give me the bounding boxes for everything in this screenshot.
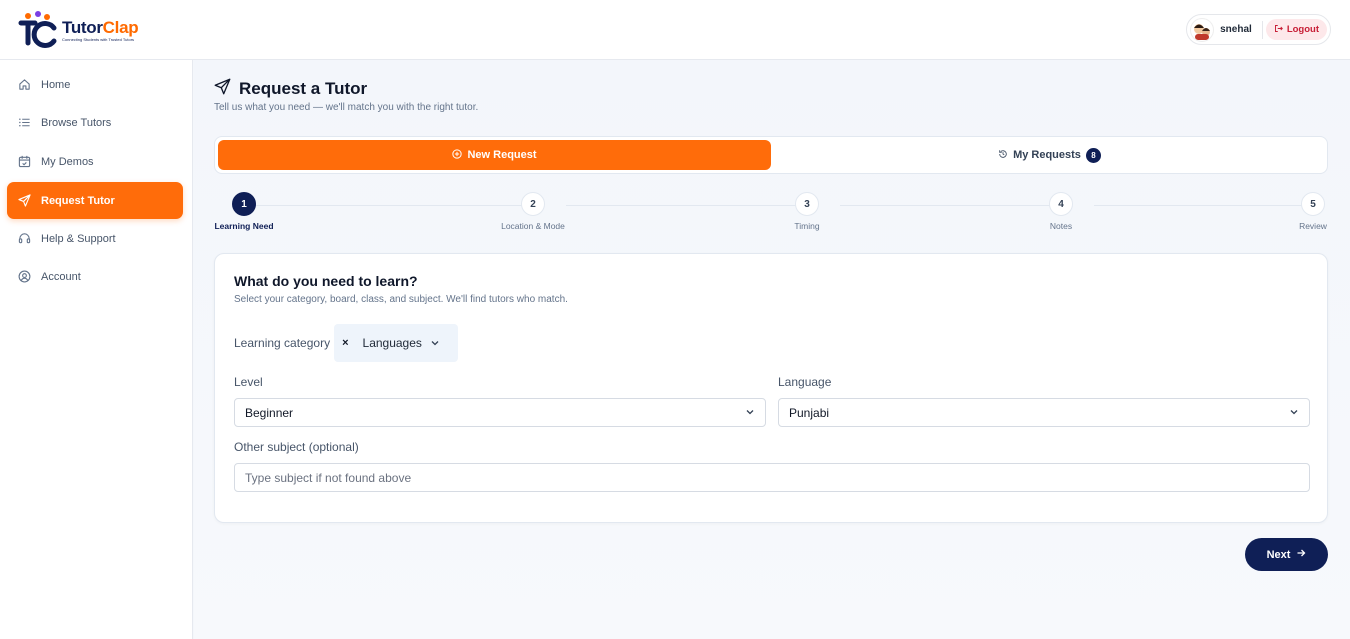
level-label: Level (234, 375, 263, 389)
step-review[interactable]: 5 Review (1298, 192, 1328, 231)
user-name: snehal (1220, 24, 1252, 35)
step-connector (1094, 205, 1314, 206)
clear-category-icon[interactable]: × (342, 337, 348, 349)
sidebar-item-request-tutor[interactable]: Request Tutor (7, 182, 183, 219)
avatar[interactable] (1190, 17, 1215, 42)
requests-count-badge: 8 (1085, 147, 1101, 163)
sidebar-item-help-support[interactable]: Help & Support (7, 220, 183, 257)
sidebar-item-label: Browse Tutors (41, 116, 112, 129)
step-label: Review (1299, 221, 1327, 231)
step-location-mode[interactable]: 2 Location & Mode (496, 192, 570, 231)
next-button[interactable]: Next (1245, 538, 1328, 571)
logout-icon (1274, 24, 1283, 36)
sidebar-item-label: Help & Support (41, 232, 116, 245)
page-title: Request a Tutor (214, 78, 367, 100)
language-select[interactable]: Punjabi (778, 398, 1310, 427)
send-icon (214, 78, 231, 100)
step-connector (566, 205, 812, 206)
step-number: 5 (1301, 192, 1325, 216)
level-value: Beginner (245, 405, 294, 420)
step-number: 2 (521, 192, 545, 216)
divider (1261, 20, 1263, 39)
brand-name: TutorClap (62, 17, 139, 37)
sidebar-item-label: My Demos (41, 155, 94, 168)
send-icon (17, 194, 31, 208)
level-select[interactable]: Beginner (234, 398, 766, 427)
step-label: Timing (794, 221, 820, 231)
chevron-down-icon (430, 338, 440, 348)
request-tabs: New Request My Requests 8 (214, 136, 1328, 174)
home-icon (17, 78, 31, 92)
step-label: Learning Need (214, 221, 274, 231)
step-notes[interactable]: 4 Notes (1044, 192, 1078, 231)
sidebar: Home Browse Tutors My Demos Request Tuto… (0, 60, 193, 639)
sidebar-item-browse-tutors[interactable]: Browse Tutors (7, 104, 183, 141)
step-number: 3 (795, 192, 819, 216)
step-connector (840, 205, 1066, 206)
tab-new-request[interactable]: New Request (218, 140, 771, 170)
category-select[interactable]: × Languages (334, 324, 458, 362)
logout-button[interactable]: Logout (1265, 19, 1327, 40)
headset-icon (17, 232, 31, 246)
learning-need-card: What do you need to learn? Select your c… (214, 253, 1328, 523)
user-menu: snehal Logout (1186, 14, 1331, 45)
other-subject-label: Other subject (optional) (234, 440, 359, 454)
category-value: Languages (362, 336, 422, 350)
tutorclap-logo[interactable]: TutorClap Connecting Students with Trust… (18, 11, 139, 49)
sidebar-item-label: Home (41, 78, 71, 91)
plus-circle-icon (452, 148, 463, 162)
sidebar-item-my-demos[interactable]: My Demos (7, 143, 183, 180)
tab-my-requests[interactable]: My Requests 8 (774, 140, 1325, 170)
tab-label: My Requests (1013, 149, 1081, 161)
chevron-down-icon (745, 406, 755, 420)
step-connector (244, 205, 526, 206)
arrow-right-icon (1296, 548, 1306, 561)
next-label: Next (1266, 548, 1291, 561)
category-label: Learning category (234, 336, 331, 350)
other-subject-input[interactable] (234, 463, 1310, 492)
step-learning-need[interactable]: 1 Learning Need (214, 192, 274, 231)
page-title-text: Request a Tutor (239, 79, 368, 98)
step-timing[interactable]: 3 Timing (789, 192, 825, 231)
sidebar-item-home[interactable]: Home (7, 66, 183, 103)
language-label: Language (778, 375, 832, 389)
form-title: What do you need to learn? (234, 273, 418, 289)
calendar-icon (17, 155, 31, 169)
language-value: Punjabi (789, 405, 830, 420)
form-subtitle: Select your category, board, class, and … (234, 294, 568, 305)
page-subtitle: Tell us what you need — we'll match you … (214, 102, 479, 113)
category-row: Learning category × Languages (234, 324, 458, 362)
history-icon (998, 149, 1008, 162)
logo-mark-icon (18, 11, 58, 49)
progress-stepper: 1 Learning Need 2 Location & Mode 3 Timi… (214, 192, 1328, 234)
step-label: Location & Mode (501, 221, 565, 231)
step-number: 4 (1049, 192, 1073, 216)
chevron-down-icon (1289, 406, 1299, 420)
step-number: 1 (232, 192, 256, 216)
top-header: TutorClap Connecting Students with Trust… (0, 0, 1350, 60)
sidebar-item-label: Request Tutor (41, 194, 115, 207)
main-content: Request a Tutor Tell us what you need — … (194, 60, 1350, 639)
sidebar-item-label: Account (41, 270, 81, 283)
logout-label: Logout (1286, 24, 1319, 35)
user-circle-icon (17, 270, 31, 284)
step-label: Notes (1049, 221, 1073, 231)
tab-label: New Request (467, 149, 537, 161)
sidebar-item-account[interactable]: Account (7, 258, 183, 295)
list-icon (17, 116, 31, 130)
brand-tagline: Connecting Students with Trusted Tutors (62, 36, 135, 42)
